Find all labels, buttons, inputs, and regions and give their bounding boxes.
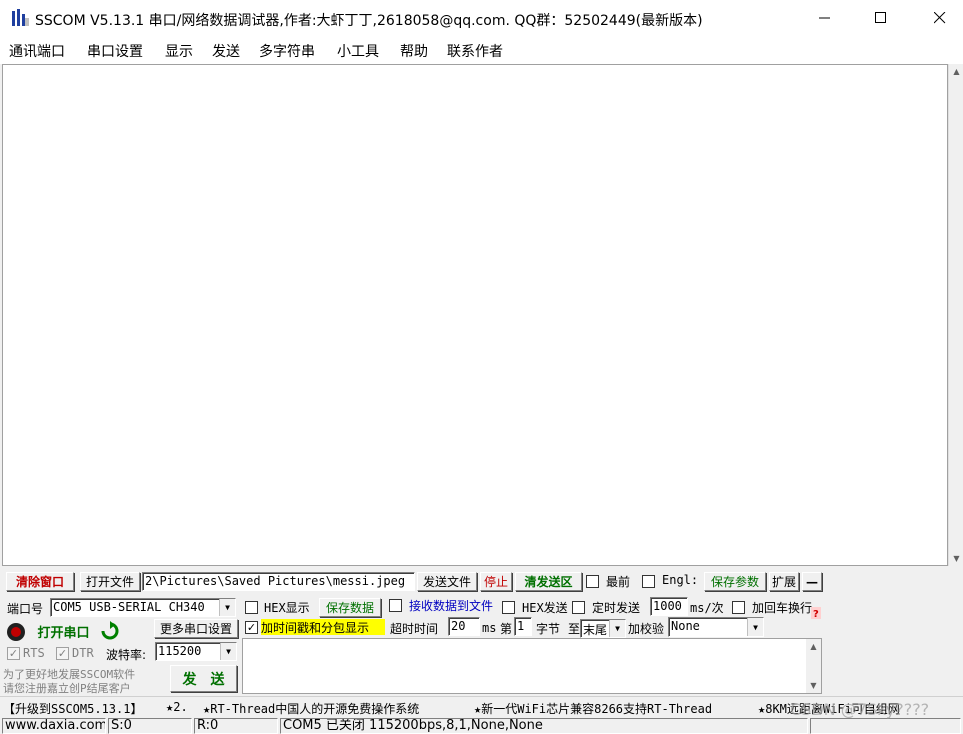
ticker-item[interactable]: ★新一代WiFi芯片兼容8266支持RT-Thread xyxy=(474,700,712,717)
end-select[interactable]: 末尾 ▼ xyxy=(580,619,626,638)
dtr-label: DTR xyxy=(72,646,94,660)
menu-contact-author[interactable]: 联系作者 xyxy=(447,41,503,61)
recv-to-file-label: 接收数据到文件 xyxy=(409,599,494,613)
hex-display-label: HEX显示 xyxy=(264,601,310,615)
topmost-checkbox[interactable] xyxy=(586,575,599,588)
menu-send[interactable]: 发送 xyxy=(212,41,240,61)
port-label: 端口号 xyxy=(7,602,44,616)
interval-unit-label: ms/次 xyxy=(690,601,724,615)
ticker-item[interactable]: 【升级到SSCOM5.13.1】 xyxy=(3,700,142,717)
minimize-icon xyxy=(819,17,830,19)
timeout-label: 超时时间 xyxy=(390,622,439,636)
dtr-checkbox[interactable]: ✓ xyxy=(56,647,69,660)
refresh-icon[interactable] xyxy=(100,621,120,641)
baud-select[interactable]: 115200 ▼ xyxy=(155,642,237,661)
help-question-icon[interactable]: ? xyxy=(811,607,821,619)
website-link[interactable]: www.daxia.com xyxy=(2,718,106,734)
interval-field[interactable]: 1000 xyxy=(650,597,688,616)
watermark: CSDN @7Sky???? xyxy=(790,700,930,719)
ticker-item[interactable]: ★RT-Thread中国人的开源免费操作系统 xyxy=(203,700,419,717)
hex-send-label: HEX发送 xyxy=(522,601,568,615)
open-file-button[interactable]: 打开文件 xyxy=(80,572,140,591)
expand-button[interactable]: 扩展 xyxy=(769,572,799,591)
hex-send-checkbox[interactable] xyxy=(502,601,515,614)
send-file-button[interactable]: 发送文件 xyxy=(417,572,477,591)
scroll-up-icon[interactable]: ▲ xyxy=(949,64,963,79)
add-crlf-checkbox[interactable] xyxy=(732,601,745,614)
menu-bar: 通讯端口 串口设置 显示 发送 多字符串 小工具 帮助 联系作者 xyxy=(0,36,963,64)
menu-tools[interactable]: 小工具 xyxy=(337,41,379,61)
rts-checkbox[interactable]: ✓ xyxy=(7,647,20,660)
promo-line-2[interactable]: 请您注册嘉立创P结尾客户 xyxy=(3,680,157,696)
port-value: COM5 USB-SERIAL CH340 xyxy=(53,600,205,614)
save-data-button[interactable]: 保存数据 xyxy=(319,598,381,617)
menu-comm-port[interactable]: 通讯端口 xyxy=(9,41,65,61)
save-params-button[interactable]: 保存参数 xyxy=(704,572,766,591)
scroll-down-icon[interactable]: ▼ xyxy=(949,551,963,566)
chevron-down-icon[interactable]: ▼ xyxy=(609,620,625,637)
clear-window-button[interactable]: 清除窗口 xyxy=(6,572,74,591)
timestamp-checkbox[interactable]: ✓ xyxy=(245,621,258,634)
port-closed-indicator-icon xyxy=(7,623,25,641)
port-status: COM5 已关闭 115200bps,8,1,None,None xyxy=(280,718,808,734)
english-label: Engl: xyxy=(662,573,699,587)
open-port-button[interactable]: 打开串口 xyxy=(30,621,97,641)
close-icon xyxy=(934,12,946,24)
maximize-button[interactable] xyxy=(858,0,904,36)
baud-value: 115200 xyxy=(158,644,202,658)
english-checkbox[interactable] xyxy=(642,575,655,588)
topmost-label: 最前 xyxy=(606,575,631,589)
svg-text:?: ? xyxy=(813,609,819,619)
menu-help[interactable]: 帮助 xyxy=(400,41,428,61)
menu-serial-settings[interactable]: 串口设置 xyxy=(87,41,143,61)
chevron-down-icon[interactable]: ▼ xyxy=(747,618,763,636)
checksum-select[interactable]: None ▼ xyxy=(668,617,764,637)
ticker-item[interactable]: ★2. xyxy=(166,700,188,714)
receive-textarea[interactable] xyxy=(2,64,948,566)
recv-to-file-checkbox[interactable] xyxy=(389,599,402,612)
checksum-value: None xyxy=(671,619,700,633)
close-button[interactable] xyxy=(917,0,963,36)
scroll-up-icon[interactable]: ▲ xyxy=(806,639,821,654)
timeout-field[interactable]: 20 xyxy=(448,617,480,636)
more-serial-settings-button[interactable]: 更多串口设置 xyxy=(154,619,238,638)
chevron-down-icon[interactable]: ▼ xyxy=(219,599,235,616)
title-bar: SSCOM V5.13.1 串口/网络数据调试器,作者:大虾丁丁,2618058… xyxy=(0,0,963,36)
stop-button[interactable]: 停止 xyxy=(480,572,512,591)
scroll-down-icon[interactable]: ▼ xyxy=(806,678,821,693)
sscom-logo-icon xyxy=(12,9,29,26)
file-path-field[interactable]: 2\Pictures\Saved Pictures\messi.jpeg xyxy=(142,572,415,591)
receive-scrollbar[interactable]: ▲ ▼ xyxy=(948,64,963,566)
sent-count: S:0 xyxy=(108,718,192,734)
byte-label: 字节 xyxy=(536,622,561,636)
send-scrollbar[interactable]: ▲ ▼ xyxy=(806,639,821,693)
menu-display[interactable]: 显示 xyxy=(165,41,193,61)
status-empty-cell xyxy=(810,718,961,734)
timed-send-checkbox[interactable] xyxy=(572,601,585,614)
received-count: R:0 xyxy=(194,718,278,734)
rts-label: RTS xyxy=(23,646,45,660)
send-button[interactable]: 发 送 xyxy=(170,665,237,692)
timeout-unit-label: ms xyxy=(482,621,497,635)
add-crlf-label: 加回车换行 xyxy=(752,601,812,615)
collapse-button[interactable]: — xyxy=(802,572,822,591)
baud-label: 波特率: xyxy=(106,648,147,662)
timed-send-label: 定时发送 xyxy=(592,601,641,615)
end-value: 末尾 xyxy=(583,623,608,637)
timestamp-label: 加时间戳和分包显示 xyxy=(261,619,385,635)
send-textarea[interactable] xyxy=(242,638,822,694)
hex-display-checkbox[interactable] xyxy=(245,601,258,614)
checksum-label: 加校验 xyxy=(628,622,665,636)
port-select[interactable]: COM5 USB-SERIAL CH340 ▼ xyxy=(50,598,236,617)
menu-multi-string[interactable]: 多字符串 xyxy=(259,41,315,61)
nth-byte-field[interactable]: 1 xyxy=(514,617,532,636)
to-label: 至 xyxy=(568,622,581,636)
clear-send-button[interactable]: 清发送区 xyxy=(515,572,582,591)
nth-label: 第 xyxy=(500,622,513,636)
maximize-icon xyxy=(875,12,886,23)
minimize-button[interactable] xyxy=(802,0,848,36)
chevron-down-icon[interactable]: ▼ xyxy=(220,643,236,660)
window-title: SSCOM V5.13.1 串口/网络数据调试器,作者:大虾丁丁,2618058… xyxy=(35,13,703,29)
